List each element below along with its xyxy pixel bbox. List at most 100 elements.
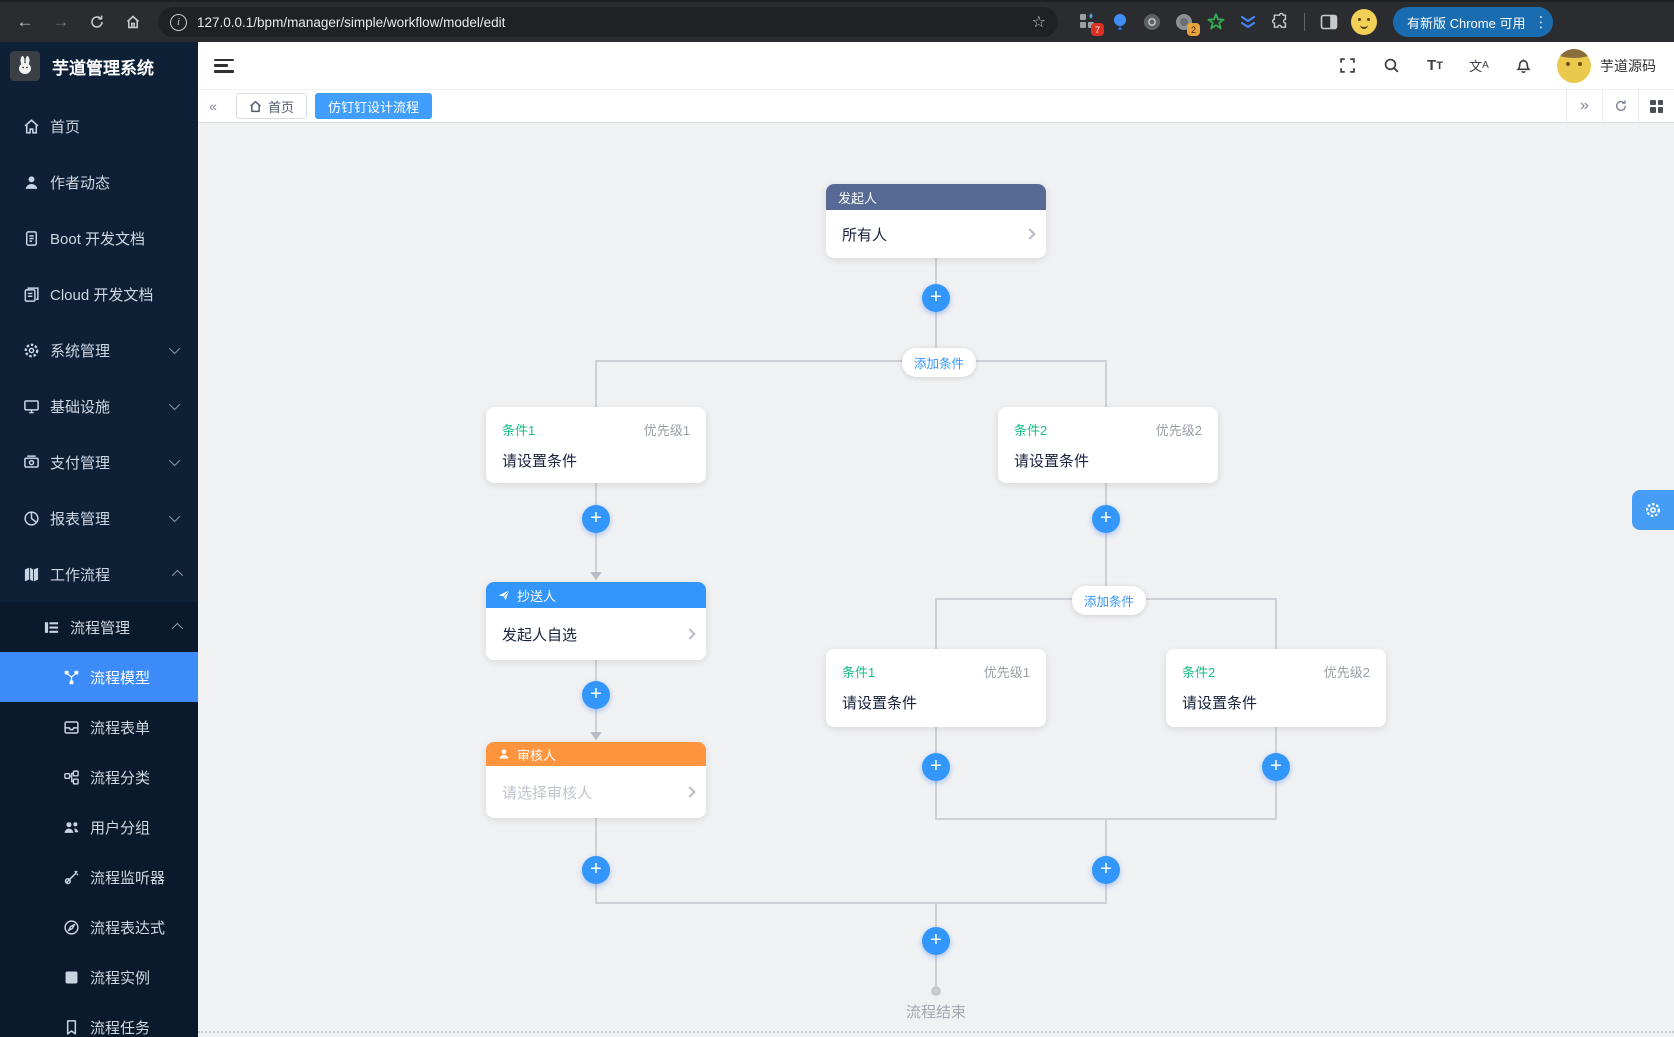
tab-options-grid-icon[interactable] [1638,90,1674,122]
condition-value: 请设置条件 [1182,692,1370,713]
condition-name: 条件1 [842,662,875,681]
flow-line [595,360,597,407]
extension-icon-3[interactable] [1142,12,1162,32]
app-title: 芋道管理系统 [52,54,154,79]
url-text[interactable]: 127.0.0.1/bpm/manager/simple/workflow/mo… [197,15,1022,30]
collapse-menu-icon[interactable] [214,59,234,73]
sidebar-item-boot-docs[interactable]: Boot 开发文档 [0,210,198,266]
model-icon [62,668,80,686]
tabs-bar: « 首页 仿钉钉设计流程 » [198,90,1674,123]
sidebar-item-home[interactable]: 首页 [0,98,198,154]
tabs-scroll-left-icon[interactable]: « [198,90,228,122]
condition-priority: 优先级1 [644,420,690,439]
add-node-button[interactable] [582,681,610,709]
add-condition-button[interactable]: 添加条件 [902,348,976,377]
sidebar-item-process-category[interactable]: 流程分类 [0,752,198,802]
flow-line [595,902,1107,904]
sidebar-item-system[interactable]: 系统管理 [0,322,198,378]
add-node-button[interactable] [1092,505,1120,533]
add-node-button[interactable] [1092,856,1120,884]
condition-node-1[interactable]: 条件1 优先级1 请设置条件 [486,407,706,483]
user-menu[interactable]: 芋道源码 [1557,49,1656,83]
add-node-button[interactable] [922,284,950,312]
fullscreen-icon[interactable] [1337,56,1357,76]
add-condition-button[interactable]: 添加条件 [1072,586,1146,615]
add-node-button[interactable] [582,505,610,533]
sidebar-item-process-task[interactable]: 流程任务 [0,1002,198,1037]
instance-icon [62,968,80,986]
wallet-icon [22,453,40,471]
chevron-up-icon [172,623,183,634]
browser-home-icon[interactable] [118,7,148,37]
browser-menu-icon[interactable]: ⋮ [1533,13,1547,31]
extension-icon-5[interactable] [1206,12,1226,32]
sidebar-item-process-listener[interactable]: 流程监听器 [0,852,198,902]
font-size-icon[interactable]: TT [1425,56,1445,76]
cc-node[interactable]: 抄送人 发起人自选 [486,582,706,660]
add-node-button[interactable] [922,753,950,781]
sidebar-item-author[interactable]: 作者动态 [0,154,198,210]
sidebar-item-report[interactable]: 报表管理 [0,490,198,546]
extensions-puzzle-icon[interactable] [1270,12,1290,32]
add-node-button[interactable] [1262,753,1290,781]
browser-profile-avatar[interactable] [1351,9,1377,35]
start-node-value: 所有人 [842,224,887,245]
sidebar-item-process-form[interactable]: 流程表单 [0,702,198,752]
sidebar-item-cloud-docs[interactable]: Cloud 开发文档 [0,266,198,322]
chevron-right-icon [684,628,695,639]
condition-value: 请设置条件 [502,450,690,471]
sidebar-item-process-expression[interactable]: 流程表达式 [0,902,198,952]
sidebar-item-process-mgmt[interactable]: 流程管理 [0,602,198,652]
add-node-button[interactable] [582,856,610,884]
chevron-down-icon [169,511,180,522]
sidebar-item-infra[interactable]: 基础设施 [0,378,198,434]
task-icon [62,1018,80,1036]
tab-home[interactable]: 首页 [236,93,307,119]
sidebar-item-process-instance[interactable]: 流程实例 [0,952,198,1002]
side-panel-icon[interactable] [1319,12,1339,32]
bookmark-star-icon[interactable]: ☆ [1032,12,1046,32]
tab-refresh-icon[interactable] [1602,90,1638,122]
chrome-update-button[interactable]: 有新版 Chrome 可用 ⋮ [1393,7,1553,37]
chevron-down-icon [169,399,180,410]
flow-line [1105,360,1107,407]
site-info-icon[interactable]: i [170,14,187,31]
sidebar-item-user-group[interactable]: 用户分组 [0,802,198,852]
logo-row[interactable]: 芋道管理系统 [0,42,198,90]
forward-icon[interactable]: → [46,7,76,37]
back-icon[interactable]: ← [10,7,40,37]
extension-icon-2[interactable] [1110,12,1130,32]
extension-icon-6[interactable] [1238,12,1258,32]
address-bar[interactable]: i 127.0.0.1/bpm/manager/simple/workflow/… [158,7,1058,37]
reload-icon[interactable] [82,7,112,37]
condition-name: 条件2 [1182,662,1215,681]
chrome-update-label: 有新版 Chrome 可用 [1407,13,1525,32]
bell-icon[interactable] [1513,56,1533,76]
condition-node-2[interactable]: 条件2 优先级2 请设置条件 [998,407,1218,483]
tabs-scroll-right-icon[interactable]: » [1566,90,1602,122]
extension-icon-4[interactable]: 2 [1174,12,1194,32]
sidebar-item-process-model[interactable]: 流程模型 [0,652,198,702]
approver-node[interactable]: 审核人 请选择审核人 [486,742,706,818]
sidebar-item-workflow[interactable]: 工作流程 [0,546,198,602]
sidebar-menu: 首页 作者动态 Boot 开发文档 Cloud 开发文档 系统管理 基础 [0,90,198,1037]
nested-condition-node-2[interactable]: 条件2 优先级2 请设置条件 [1166,649,1386,727]
start-node[interactable]: 发起人 所有人 [826,184,1046,258]
translate-icon[interactable]: 文A [1469,56,1489,76]
extension-icon-1[interactable]: 7 [1078,12,1098,32]
arrowhead-icon [590,572,602,580]
tab-workflow-design[interactable]: 仿钉钉设计流程 [315,93,432,119]
condition-priority: 优先级2 [1324,662,1370,681]
settings-gear-button[interactable] [1632,490,1674,530]
sidebar-item-payment[interactable]: 支付管理 [0,434,198,490]
nested-condition-node-1[interactable]: 条件1 优先级1 请设置条件 [826,649,1046,727]
flow-line [935,598,937,649]
gear-icon [22,341,40,359]
add-node-button[interactable] [922,927,950,955]
approver-node-header: 审核人 [486,742,706,766]
category-icon [62,768,80,786]
workflow-canvas[interactable]: 发起人 所有人 添加条件 添加条件 条件 [198,123,1674,1037]
app-logo [10,51,40,81]
search-icon[interactable] [1381,56,1401,76]
condition-priority: 优先级2 [1156,420,1202,439]
